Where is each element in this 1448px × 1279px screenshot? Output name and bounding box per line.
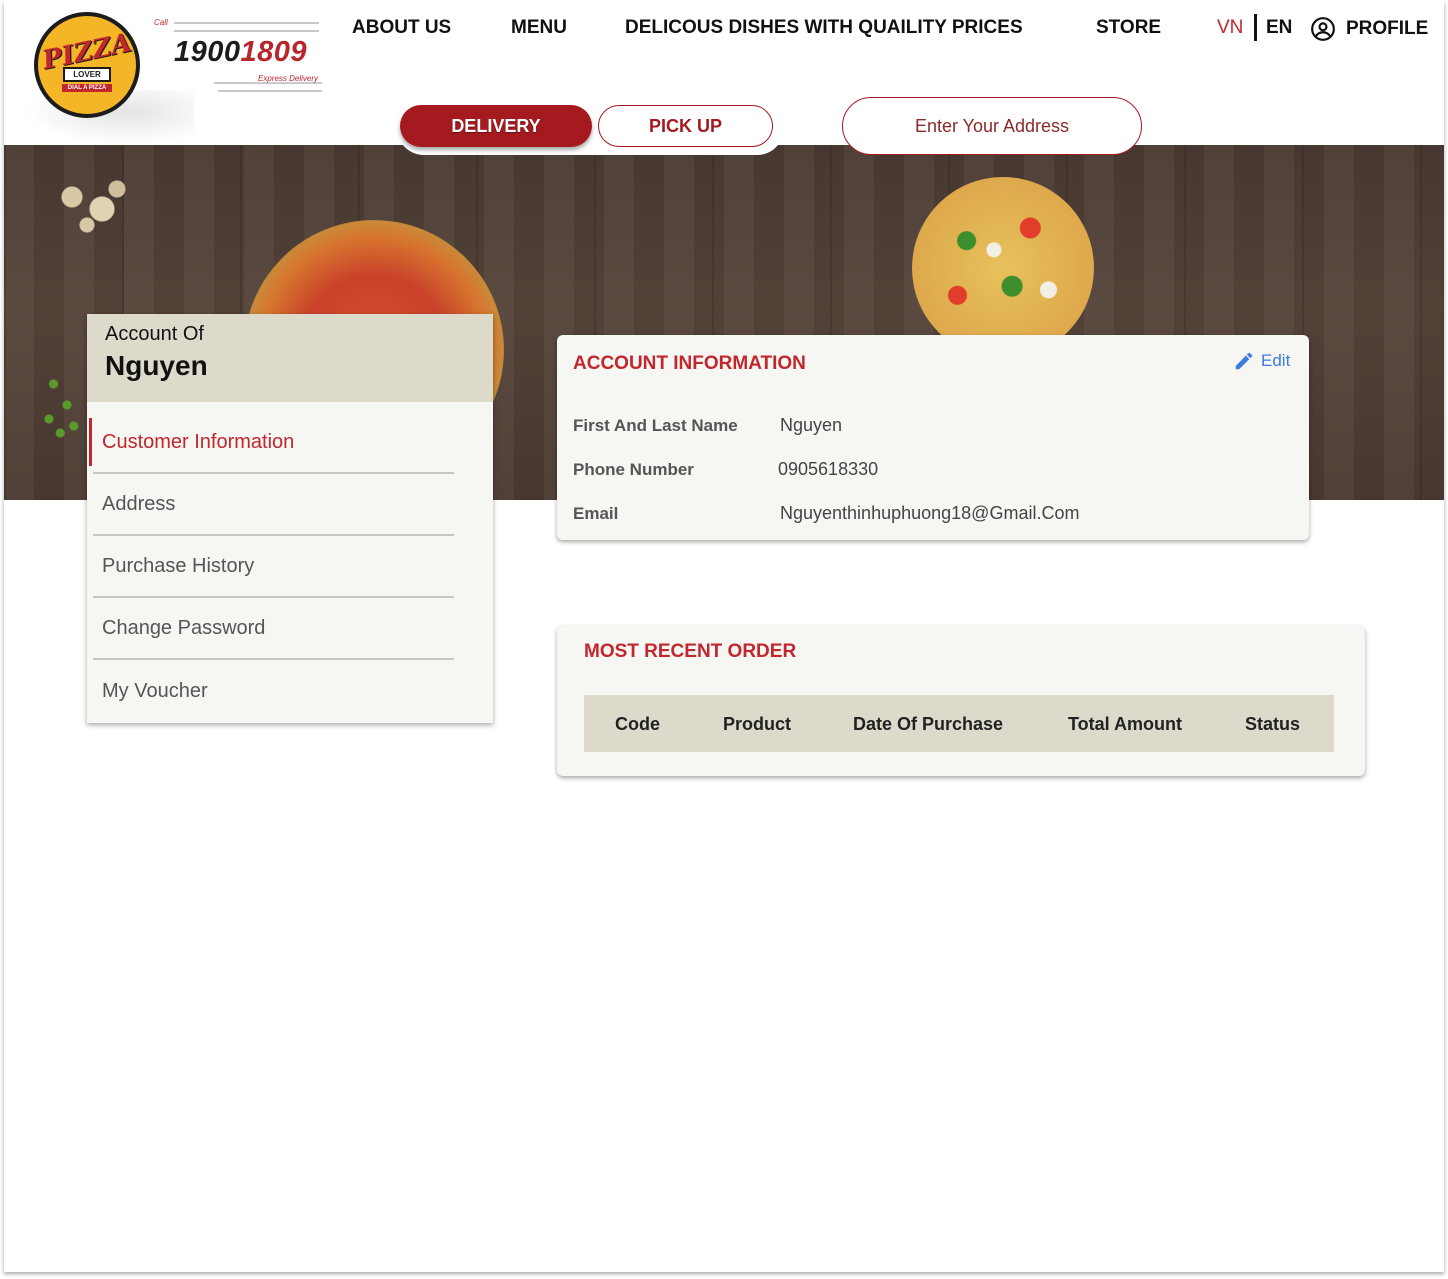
- field-value-email: Nguyenthinhuphuong18@Gmail.Com: [780, 503, 1080, 523]
- column-header-status[interactable]: Status: [1245, 714, 1300, 735]
- pizza-image-right: [912, 177, 1094, 359]
- edit-button[interactable]: Edit: [1233, 350, 1290, 372]
- nav-menu[interactable]: MENU: [511, 17, 567, 39]
- hotline-number-a: 1900: [174, 36, 241, 68]
- sidebar-item-customer-information[interactable]: Customer Information: [89, 412, 454, 474]
- hotline-line: [174, 22, 319, 24]
- account-info-card: ACCOUNT INFORMATION Edit First And Last …: [557, 335, 1309, 540]
- pickup-button[interactable]: PICK UP: [598, 105, 773, 147]
- hotline-line: [174, 30, 319, 32]
- field-label-email: Email: [573, 504, 619, 523]
- crumbs-decoration: [42, 165, 142, 245]
- nav-store[interactable]: STORE: [1096, 17, 1161, 39]
- sidebar-item-label: Purchase History: [102, 554, 255, 577]
- delivery-button[interactable]: DELIVERY: [400, 105, 592, 147]
- account-name: Nguyen: [105, 350, 208, 381]
- logo-tag: DIAL A PIZZA: [61, 83, 113, 92]
- field-label-phone: Phone Number: [573, 460, 694, 479]
- lang-divider: [1254, 14, 1257, 41]
- sidebar-item-label: Change Password: [102, 616, 266, 639]
- column-header-product[interactable]: Product: [723, 714, 791, 735]
- profile-label: PROFILE: [1346, 18, 1429, 39]
- column-header-code[interactable]: Code: [615, 714, 660, 735]
- logo-text: PIZZA: [39, 27, 135, 76]
- hotline-number: 19001809: [174, 36, 307, 69]
- nav-dishes[interactable]: DELICOUS DISHES WITH QUAILITY PRICES: [625, 17, 1023, 39]
- sidebar-item-label: Customer Information: [102, 430, 295, 453]
- account-sidebar: Account Of Nguyen Customer Information A…: [87, 314, 493, 723]
- field-label-name: First And Last Name: [573, 416, 738, 435]
- account-header: Account Of Nguyen: [87, 314, 493, 402]
- sidebar-item-label: My Voucher: [102, 679, 208, 702]
- sidebar-item-address[interactable]: Address: [93, 474, 454, 536]
- sidebar-item-label: Address: [102, 492, 176, 515]
- recent-order-title: MOST RECENT ORDER: [584, 641, 797, 662]
- call-label: Call: [154, 18, 168, 27]
- pencil-icon: [1235, 352, 1253, 370]
- sidebar-item-my-voucher[interactable]: My Voucher: [93, 660, 454, 722]
- field-value-phone: 0905618330: [778, 459, 879, 479]
- user-circle-icon: [1311, 17, 1335, 41]
- nav-about-us[interactable]: ABOUT US: [352, 17, 451, 39]
- hotline-number-b: 1809: [240, 36, 308, 68]
- sidebar-item-change-password[interactable]: Change Password: [93, 598, 454, 660]
- column-header-total[interactable]: Total Amount: [1068, 714, 1182, 735]
- address-input[interactable]: [842, 97, 1142, 155]
- page-frame: PIZZA LOVER DIAL A PIZZA Call 19001809 E…: [4, 0, 1444, 1272]
- lang-en[interactable]: EN: [1266, 17, 1292, 39]
- column-header-date[interactable]: Date Of Purchase: [853, 714, 1003, 735]
- brand-logo[interactable]: PIZZA LOVER DIAL A PIZZA: [34, 12, 140, 118]
- lang-vn[interactable]: VN: [1217, 17, 1243, 39]
- recent-order-card: MOST RECENT ORDER Code Product Date Of P…: [557, 626, 1365, 776]
- account-label: Account Of: [105, 323, 204, 345]
- hotline-line: [218, 90, 322, 92]
- edit-label: Edit: [1261, 351, 1291, 370]
- sidebar-item-purchase-history[interactable]: Purchase History: [93, 536, 454, 598]
- peas-decoration: [40, 370, 85, 440]
- profile-link[interactable]: PROFILE: [1310, 16, 1428, 42]
- express-label: Express Delivery: [258, 74, 319, 83]
- account-info-title: ACCOUNT INFORMATION: [573, 353, 806, 374]
- field-value-name: Nguyen: [780, 415, 843, 435]
- order-table-header: Code Product Date Of Purchase Total Amou…: [584, 695, 1334, 752]
- hotline[interactable]: Call 19001809 Express Delivery: [152, 16, 327, 96]
